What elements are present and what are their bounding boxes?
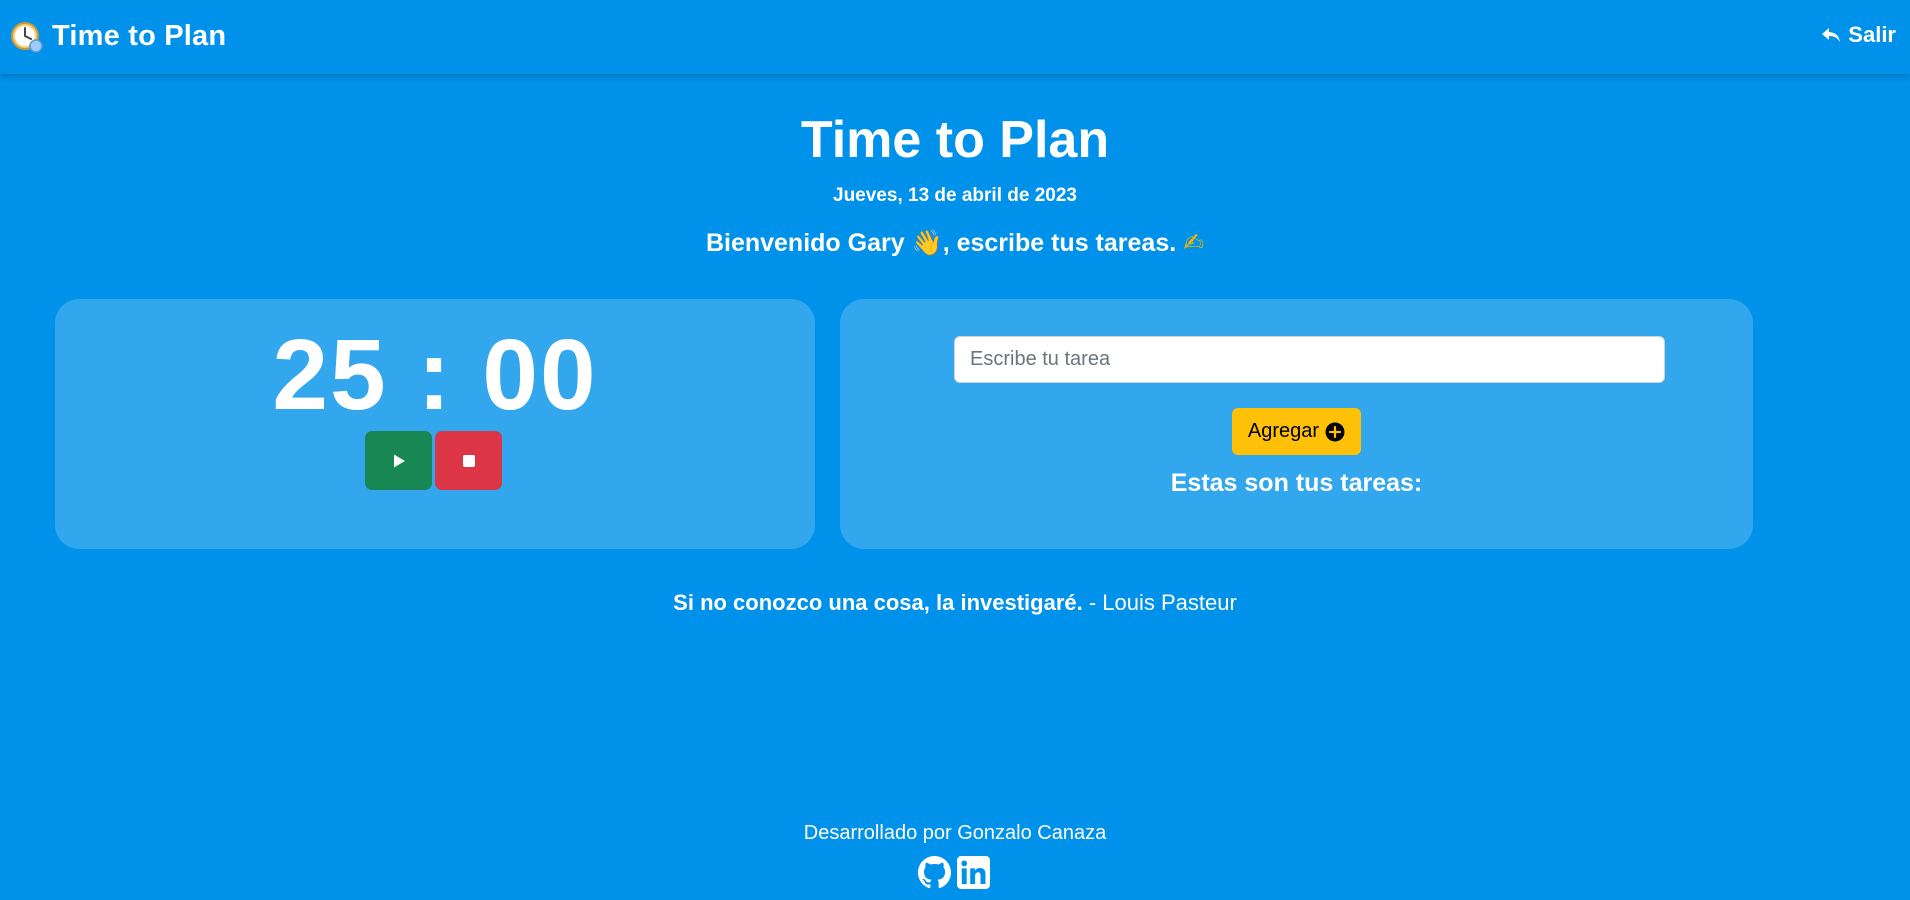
waving-hand-icon: 👋 — [911, 228, 943, 257]
add-task-label: Agregar — [1247, 420, 1320, 442]
current-date: Jueves, 13 de abril de 2023 — [833, 185, 1077, 206]
plus-circle-icon — [1325, 422, 1345, 441]
timer-controls — [365, 431, 502, 490]
start-timer-button[interactable] — [365, 431, 432, 490]
reply-arrow-icon — [1822, 28, 1841, 42]
github-link[interactable] — [918, 856, 951, 889]
footer-social-links — [918, 856, 990, 889]
stopwatch-icon — [11, 22, 43, 53]
quote: Si no conozco una cosa, la investigaré. … — [0, 590, 1910, 616]
add-task-button[interactable]: Agregar — [1232, 408, 1361, 455]
quote-text: Si no conozco una cosa, la investigaré. — [673, 590, 1083, 615]
logout-button[interactable]: Salir — [1820, 22, 1896, 48]
timer-display: 25 : 00 — [272, 319, 598, 431]
tasks-heading: Estas son tus tareas: — [1170, 469, 1423, 497]
logout-label: Salir — [1848, 22, 1896, 47]
github-icon — [918, 856, 951, 889]
welcome-message: Bienvenido Gary 👋, escribe tus tareas. ✍ — [0, 228, 1910, 258]
linkedin-link[interactable] — [957, 856, 990, 889]
quote-author: - Louis Pasteur — [1082, 590, 1237, 615]
pomodoro-timer-card: 25 : 00 — [55, 299, 815, 549]
stop-timer-button[interactable] — [435, 431, 502, 490]
brand-link[interactable]: Time to Plan — [10, 18, 226, 54]
navbar: Time to Plan Salir — [0, 0, 1910, 74]
footer-credit: Desarrollado por Gonzalo Canaza — [803, 822, 1107, 844]
linkedin-icon — [957, 856, 990, 889]
play-icon — [393, 454, 405, 467]
brand-title: Time to Plan — [52, 19, 227, 52]
welcome-text-start: Bienvenido Gary — [705, 229, 912, 257]
page-title: Time to Plan — [800, 111, 1110, 169]
writing-hand-icon: ✍ — [1183, 228, 1205, 257]
task-input[interactable] — [954, 336, 1665, 383]
welcome-text-end: , escribe tus tareas. — [942, 229, 1184, 257]
tasks-card: Agregar Estas son tus tareas: — [840, 299, 1753, 549]
stop-icon — [462, 454, 475, 467]
